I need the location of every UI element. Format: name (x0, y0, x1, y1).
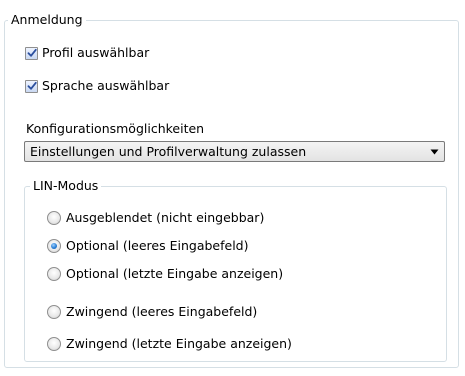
radio-optional-leer-row[interactable]: Optional (leeres Eingabefeld) (47, 238, 248, 254)
radio-zwingend-letzte[interactable] (47, 337, 61, 351)
radio-zwingend-letzte-label: Zwingend (letzte Eingabe anzeigen) (66, 336, 292, 351)
radio-zwingend-leer-row[interactable]: Zwingend (leeres Eingabefeld) (47, 304, 257, 320)
radio-ausgeblendet-label: Ausgeblendet (nicht eingebbar) (66, 210, 265, 225)
sprache-auswaehlbar-checkbox-row[interactable]: Sprache auswählbar (25, 78, 169, 94)
anmeldung-group-title: Anmeldung (8, 13, 86, 27)
radio-zwingend-leer[interactable] (47, 305, 61, 319)
radio-zwingend-letzte-row[interactable]: Zwingend (letzte Eingabe anzeigen) (47, 336, 292, 352)
radio-optional-leer-label: Optional (leeres Eingabefeld) (66, 238, 249, 253)
settings-panel: Anmeldung Profil auswählbar Sprache ausw… (0, 0, 465, 376)
radio-zwingend-leer-label: Zwingend (leeres Eingabefeld) (66, 304, 258, 319)
radio-ausgeblendet[interactable] (47, 211, 61, 225)
radio-optional-letzte-label: Optional (letzte Eingabe anzeigen) (66, 266, 284, 281)
radio-optional-leer[interactable] (47, 239, 61, 253)
lin-modus-group-title: LIN-Modus (30, 179, 102, 193)
profil-auswaehlbar-checkbox[interactable] (25, 46, 38, 60)
sprache-auswaehlbar-checkbox[interactable] (25, 79, 38, 93)
radio-optional-letzte[interactable] (47, 267, 61, 281)
konfig-selected-value: Einstellungen und Profilverwaltung zulas… (30, 143, 307, 159)
check-icon (27, 81, 37, 90)
profil-auswaehlbar-label: Profil auswählbar (42, 45, 150, 60)
radio-dot-icon (51, 243, 57, 249)
konfigurationsmoeglichkeiten-label: Konfigurationsmöglichkeiten (26, 121, 205, 136)
sprache-auswaehlbar-label: Sprache auswählbar (42, 78, 170, 93)
chevron-down-icon[interactable] (426, 142, 442, 161)
radio-optional-letzte-row[interactable]: Optional (letzte Eingabe anzeigen) (47, 266, 283, 282)
konfigurationsmoeglichkeiten-dropdown[interactable]: Einstellungen und Profilverwaltung zulas… (24, 141, 445, 162)
profil-auswaehlbar-checkbox-row[interactable]: Profil auswählbar (25, 45, 149, 61)
check-icon (27, 48, 37, 57)
radio-ausgeblendet-row[interactable]: Ausgeblendet (nicht eingebbar) (47, 210, 264, 226)
